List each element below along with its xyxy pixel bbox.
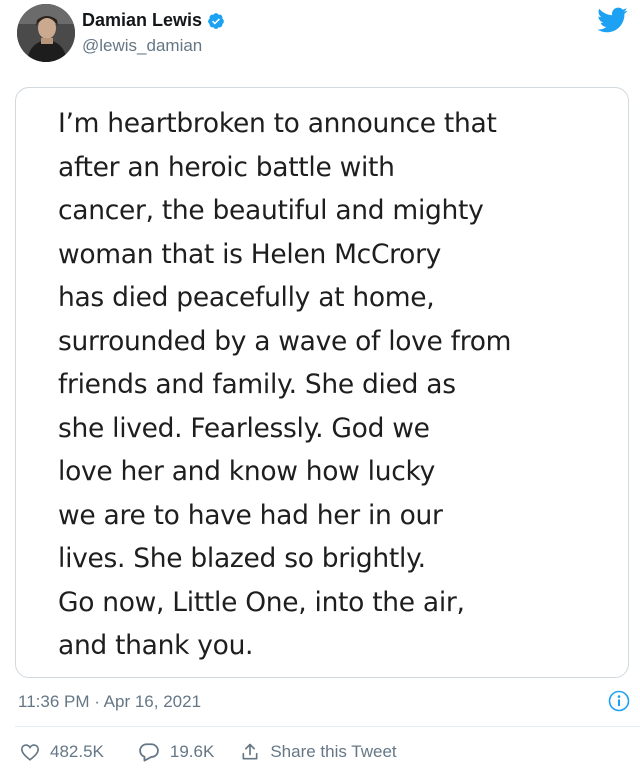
author-handle[interactable]: @lewis_damian [82,36,225,56]
note-line: has died peacefully at home, [58,282,435,313]
note-line: lives. She blazed so brightly. [58,543,426,574]
note-text: I’m heartbroken to announce that after an… [58,102,618,668]
heart-icon [20,743,40,761]
note-line: love her and know how lucky [58,456,435,487]
like-count: 482.5K [50,742,104,761]
note-line: I’m heartbroken to announce that [58,108,497,139]
note-line: friends and family. She died as [58,369,456,400]
avatar[interactable] [17,4,75,62]
reply-count: 19.6K [169,742,215,761]
tweet-card: Damian Lewis @lewis_damian I’m heartbrok… [0,0,640,778]
avatar-photo [17,4,75,62]
verified-badge-icon [207,12,225,30]
share-upload-icon [240,742,260,762]
author-name-row: Damian Lewis [82,10,225,31]
note-line: cancer, the beautiful and mighty [58,195,484,226]
tweet-timestamp[interactable]: 11:36 PM · Apr 16, 2021 [18,692,201,712]
share-tweet-button[interactable]: Share this Tweet [240,742,397,762]
author-display-name[interactable]: Damian Lewis [82,10,202,31]
author-info: Damian Lewis @lewis_damian [82,10,225,56]
like-button[interactable]: 482.5K [20,742,104,762]
reply-button[interactable]: 19.6K [138,742,214,762]
speech-bubble-icon [138,742,160,762]
action-bar: 482.5K 19.6K Share this Tweet [20,742,397,762]
note-line: woman that is Helen McCrory [58,238,442,270]
share-label: Share this Tweet [270,742,397,761]
note-line: surrounded by a wave of love from [58,325,512,357]
note-line: we are to have had her in our [58,499,443,531]
tweet-image-notes-screenshot[interactable]: I’m heartbroken to announce that after an… [15,87,629,678]
info-icon[interactable] [608,690,630,712]
note-line: she lived. Fearlessly. God we [58,412,430,444]
note-line: Go now, Little One, into the air, [58,586,465,618]
note-line: after an heroic battle with [58,151,395,183]
note-line: and thank you. [58,630,254,661]
divider [15,726,640,727]
twitter-bird-icon[interactable] [596,6,628,34]
